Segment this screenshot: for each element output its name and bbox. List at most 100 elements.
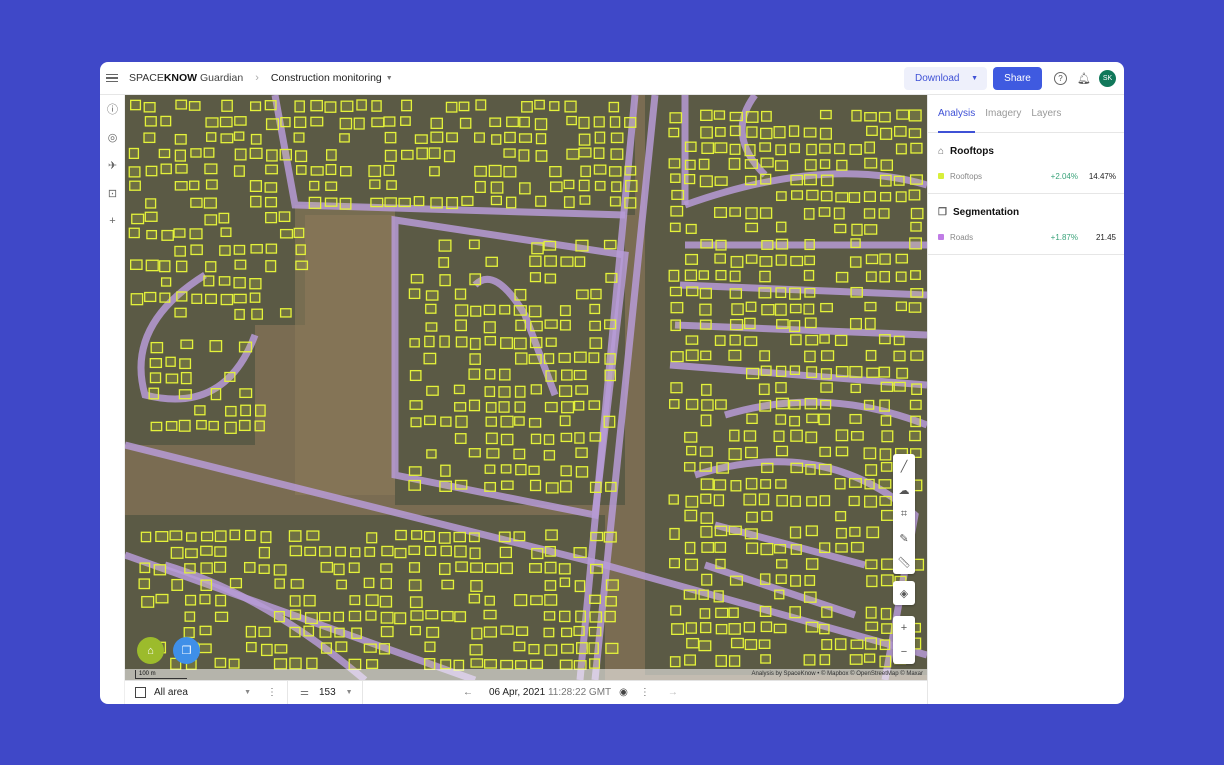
rooftop bbox=[439, 335, 450, 348]
rooftop bbox=[820, 399, 832, 410]
rooftop bbox=[506, 116, 519, 128]
zoom-in-button[interactable]: + bbox=[893, 616, 915, 640]
sliders-icon: ⚌ bbox=[300, 687, 309, 698]
rooftop bbox=[684, 159, 696, 170]
rooftop bbox=[865, 271, 877, 282]
more-icon[interactable]: ⋮ bbox=[267, 687, 277, 698]
segmentation-button[interactable]: ❒ bbox=[173, 637, 200, 664]
download-button[interactable]: Download ▼ bbox=[904, 66, 987, 90]
rooftop bbox=[243, 561, 256, 573]
tab-analysis[interactable]: Analysis bbox=[938, 95, 985, 133]
rooftop bbox=[350, 547, 361, 558]
rooftop bbox=[878, 111, 891, 123]
rooftop bbox=[440, 659, 452, 670]
satellite-icon[interactable]: ✈︎ bbox=[100, 151, 125, 179]
rooftop bbox=[144, 211, 158, 222]
rooftop bbox=[744, 336, 758, 347]
rooftop bbox=[213, 561, 227, 573]
rooftop bbox=[910, 221, 922, 232]
rooftop bbox=[850, 639, 864, 650]
rooftop bbox=[603, 239, 617, 250]
info-icon[interactable]: ⓘ bbox=[100, 95, 125, 123]
rooftop bbox=[714, 399, 727, 410]
more-icon[interactable]: ⋮ bbox=[640, 687, 650, 698]
rooftop bbox=[866, 125, 878, 136]
rooftop bbox=[685, 349, 699, 362]
menu-icon[interactable] bbox=[106, 73, 118, 83]
rooftop bbox=[543, 434, 555, 445]
tab-layers[interactable]: Layers bbox=[1031, 95, 1071, 132]
arrow-right-icon[interactable]: → bbox=[668, 687, 678, 698]
rooftop bbox=[776, 319, 789, 329]
rooftop bbox=[190, 148, 202, 158]
rooftop bbox=[280, 117, 291, 128]
rooftop bbox=[461, 195, 474, 206]
rooftop bbox=[608, 101, 620, 113]
row-value: 21.45 bbox=[1095, 232, 1116, 242]
plus-icon[interactable]: + bbox=[100, 207, 125, 235]
cloud-upload-icon[interactable]: ☁ bbox=[893, 478, 915, 502]
rooftop bbox=[730, 637, 744, 649]
share-button[interactable]: Share bbox=[993, 66, 1042, 90]
rooftop bbox=[424, 641, 436, 653]
rooftop bbox=[513, 641, 526, 652]
rooftop bbox=[684, 541, 696, 555]
rooftop bbox=[670, 205, 684, 217]
rooftop bbox=[804, 287, 816, 298]
rooftop bbox=[560, 465, 572, 477]
rooftop bbox=[895, 191, 907, 203]
rooftop bbox=[573, 660, 587, 670]
area-selector[interactable]: All area ▼ ⋮ bbox=[125, 681, 288, 704]
rooftop bbox=[325, 164, 337, 176]
rooftop bbox=[409, 400, 423, 410]
caret-down-icon[interactable]: ▼ bbox=[386, 75, 393, 82]
eye-icon[interactable]: ◉ bbox=[619, 687, 628, 698]
rooftop bbox=[455, 336, 468, 348]
map-view[interactable]: Analysis by SpaceKnow • © Mapbox © OpenS… bbox=[125, 95, 927, 680]
rooftop bbox=[514, 660, 528, 670]
arrow-left-icon[interactable]: ← bbox=[463, 687, 473, 698]
rooftop bbox=[789, 606, 801, 619]
rooftop bbox=[863, 399, 875, 410]
brand-logo[interactable]: SPACEKNOW Guardian bbox=[129, 72, 243, 84]
tab-imagery[interactable]: Imagery bbox=[985, 95, 1031, 132]
rooftop bbox=[180, 371, 192, 385]
target-icon[interactable]: ◎ bbox=[100, 123, 125, 151]
project-selector[interactable]: Construction monitoring bbox=[271, 72, 382, 84]
line-tool-icon[interactable]: ╱ bbox=[893, 454, 915, 478]
layers-button[interactable]: ◈ bbox=[893, 581, 915, 605]
list-item[interactable]: Roads +1.87% 21.45 bbox=[938, 230, 1116, 244]
rooftop bbox=[454, 402, 467, 412]
rooftop bbox=[534, 99, 545, 110]
list-item[interactable]: Rooftops +2.04% 14.47% bbox=[938, 169, 1116, 183]
caret-down-icon[interactable]: ▼ bbox=[244, 689, 251, 696]
rooftop bbox=[484, 386, 496, 398]
bell-icon[interactable]: 🔔︎ bbox=[1077, 71, 1091, 85]
rooftop bbox=[485, 432, 498, 445]
rooftop bbox=[701, 573, 713, 586]
rooftop bbox=[454, 611, 467, 623]
help-icon[interactable]: ? bbox=[1054, 71, 1067, 85]
crop-icon[interactable]: ⌗ bbox=[893, 502, 915, 526]
avatar[interactable]: SK bbox=[1099, 69, 1116, 87]
rooftop bbox=[468, 593, 481, 604]
ruler-icon[interactable]: 📏︎ bbox=[893, 550, 915, 574]
home-button[interactable]: ⌂ bbox=[137, 637, 164, 664]
caret-down-icon[interactable]: ▼ bbox=[346, 689, 353, 696]
rooftop bbox=[864, 112, 877, 122]
rooftop bbox=[258, 564, 270, 574]
focus-icon[interactable]: ⊡ bbox=[100, 179, 125, 207]
rooftop bbox=[759, 605, 772, 618]
rooftop bbox=[518, 133, 533, 143]
attribution-text: Analysis by SpaceKnow • © Mapbox © OpenS… bbox=[751, 671, 923, 677]
caret-down-icon[interactable]: ▼ bbox=[971, 75, 978, 82]
magic-wand-icon[interactable]: ✎ bbox=[893, 526, 915, 550]
zoom-out-button[interactable]: − bbox=[893, 640, 915, 664]
rooftop bbox=[515, 319, 526, 332]
rooftop bbox=[155, 593, 169, 604]
filter-selector[interactable]: ⚌ 153 ▼ bbox=[288, 681, 363, 704]
rooftop bbox=[908, 189, 921, 201]
rooftop bbox=[543, 240, 557, 251]
rooftop bbox=[910, 207, 924, 220]
rooftop bbox=[566, 115, 577, 126]
